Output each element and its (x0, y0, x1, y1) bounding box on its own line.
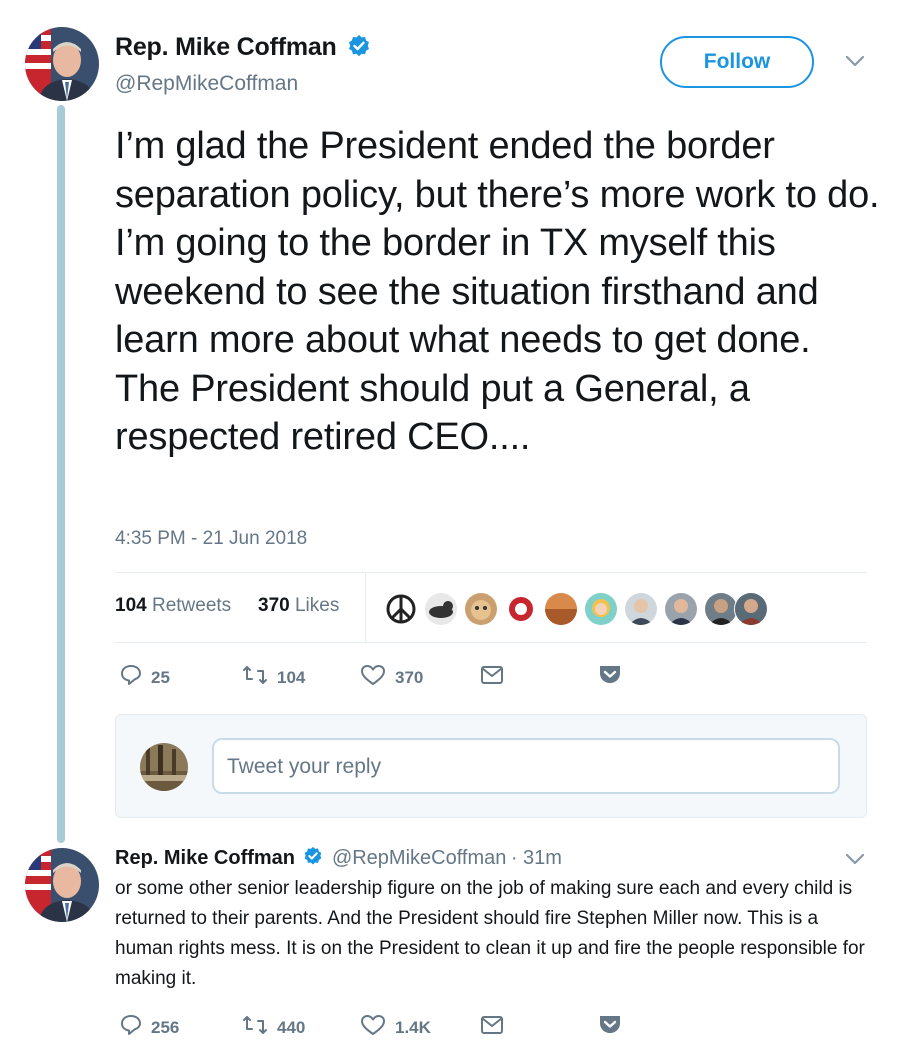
reply-chevron-down-icon[interactable] (843, 850, 867, 873)
pocket-icon (598, 1012, 622, 1041)
reply-count: 25 (151, 667, 170, 687)
stats-separator (365, 572, 366, 642)
retweet-count: 104 (277, 667, 306, 687)
heart-icon (359, 663, 387, 692)
retweet-icon (241, 663, 269, 692)
like-count: 1.4K (395, 1017, 431, 1037)
reply-header: Rep. Mike Coffman @RepMikeCoffman · 31m (115, 846, 562, 871)
liker-avatar[interactable] (664, 592, 698, 626)
divider (115, 642, 867, 643)
likes-stat[interactable]: 370 Likes (258, 595, 339, 617)
retweets-label: Retweets (151, 595, 232, 616)
reply-icon (119, 663, 143, 692)
liker-avatar[interactable] (384, 592, 418, 626)
reply-icon (119, 1013, 143, 1042)
liker-avatar[interactable] (734, 592, 768, 626)
tweet-timestamp[interactable]: 4:35 PM - 21 Jun 2018 (115, 528, 307, 550)
reply-input[interactable]: Tweet your reply (212, 738, 840, 794)
pocket-icon (598, 662, 622, 691)
direct-message-action[interactable] (480, 1014, 504, 1041)
like-action[interactable]: 1.4K (359, 1013, 431, 1042)
reply-author-handle[interactable]: @RepMikeCoffman (332, 847, 506, 869)
heart-icon (359, 1013, 387, 1042)
envelope-icon (480, 1014, 504, 1041)
reply-tweet-text: or some other senior leadership figure o… (115, 878, 865, 989)
verified-badge-icon (347, 34, 371, 63)
divider (115, 572, 867, 573)
reply-count: 256 (151, 1017, 180, 1037)
reply-action[interactable]: 256 (119, 1013, 179, 1042)
liker-avatar[interactable] (624, 592, 658, 626)
author-handle[interactable]: @RepMikeCoffman (115, 72, 298, 96)
tweet-text: I’m glad the President ended the border … (115, 125, 880, 458)
liker-avatar[interactable] (464, 592, 498, 626)
current-user-avatar[interactable] (140, 743, 188, 791)
likes-label: Likes (294, 595, 340, 616)
direct-message-action[interactable] (480, 664, 504, 691)
liker-avatar[interactable] (584, 592, 618, 626)
author-header: Rep. Mike Coffman (115, 33, 371, 63)
author-name[interactable]: Rep. Mike Coffman (115, 33, 337, 61)
pocket-action[interactable] (598, 1012, 622, 1041)
envelope-icon (480, 664, 504, 691)
pocket-action[interactable] (598, 662, 622, 691)
verified-badge-icon (303, 846, 323, 871)
liker-avatar[interactable] (704, 592, 738, 626)
avatar[interactable] (25, 27, 99, 101)
like-count: 370 (395, 667, 424, 687)
likes-count: 370 (258, 595, 290, 616)
liker-avatar[interactable] (424, 592, 458, 626)
retweet-count: 440 (277, 1017, 306, 1037)
liker-avatar[interactable] (544, 592, 578, 626)
retweets-stat[interactable]: 104 Retweets (115, 595, 231, 617)
retweets-count: 104 (115, 595, 147, 616)
like-action[interactable]: 370 (359, 663, 423, 692)
reply-author-name[interactable]: Rep. Mike Coffman (115, 847, 295, 869)
liker-avatar[interactable] (504, 592, 538, 626)
retweet-action[interactable]: 104 (241, 663, 305, 692)
reply-action[interactable]: 25 (119, 663, 170, 692)
reply-avatar[interactable] (25, 848, 99, 922)
follow-button[interactable]: Follow (660, 36, 814, 88)
chevron-down-icon[interactable] (843, 52, 867, 75)
thread-line (57, 105, 65, 843)
retweet-icon (241, 1013, 269, 1042)
reply-time-ago[interactable]: · 31m (511, 847, 562, 869)
retweet-action[interactable]: 440 (241, 1013, 305, 1042)
